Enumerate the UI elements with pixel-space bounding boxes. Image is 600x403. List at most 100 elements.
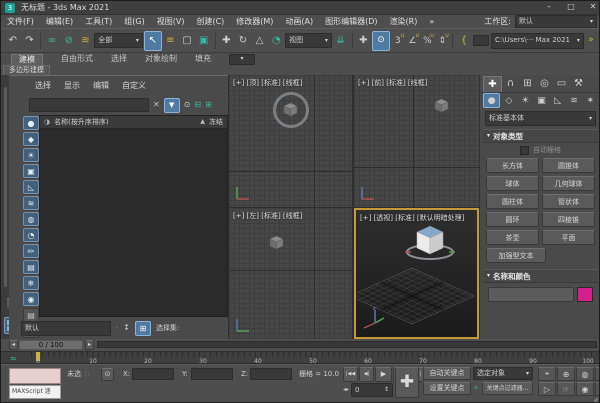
menu-tools[interactable]: 工具(T) (85, 16, 112, 27)
category-shapes-icon[interactable]: ◇ (501, 93, 516, 108)
category-cameras-icon[interactable]: ▣ (534, 93, 549, 108)
layout-preset-dropdown[interactable]: 默认 (21, 321, 111, 336)
ribbon-tab-selection[interactable]: 选择 (111, 55, 127, 63)
pan-icon[interactable]: ☞ (557, 382, 575, 396)
toolbar-overflow-chevron[interactable]: » (585, 32, 597, 50)
display-hidden-icon[interactable]: ◉ (23, 292, 39, 306)
track-bar[interactable]: ≈ 0 10 20 30 40 50 60 70 80 90 100 (1, 351, 600, 364)
rectangular-selection-region-icon[interactable]: ▢ (179, 32, 195, 50)
undo-icon[interactable]: ↶ (5, 32, 21, 50)
menu-file[interactable]: 文件(F) (7, 16, 34, 27)
tab-modify-icon[interactable]: ∩ (502, 76, 519, 91)
create-box-button[interactable]: 长方体 (486, 158, 539, 173)
previous-key-button[interactable]: ◀| (359, 367, 374, 382)
maxscript-listener-pink[interactable] (9, 368, 61, 384)
frozen-column-header[interactable]: 冻结 (209, 119, 223, 126)
percent-snap-icon[interactable]: %∪ (420, 32, 434, 50)
reference-coordinate-dropdown[interactable]: 视图 ▾ (285, 33, 332, 48)
mini-curve-editor-icon[interactable]: ≈ (10, 354, 17, 363)
display-materials-icon[interactable]: ◍ (23, 212, 39, 226)
menu-views[interactable]: 视图(V) (157, 16, 185, 27)
menu-animation[interactable]: 动画(A) (285, 16, 313, 27)
display-lights-icon[interactable]: ☀ (23, 148, 39, 162)
category-geometry-icon[interactable]: ● (483, 93, 500, 108)
autogrid-checkbox[interactable] (520, 146, 529, 155)
viewport-left[interactable]: [+] [左] [标准] [线框] (229, 208, 352, 339)
menu-edit[interactable]: 编辑(E) (46, 16, 73, 27)
tab-hierarchy-icon[interactable]: ⊞ (519, 76, 536, 91)
snaps-toggle-icon[interactable]: ⊙ (372, 31, 390, 51)
select-and-manipulate-icon[interactable]: ◔ (268, 32, 284, 50)
select-and-link-icon[interactable]: ∞ (44, 32, 60, 50)
primitive-category-dropdown[interactable]: 标准基本体 ▾ (485, 111, 596, 126)
viewport-top-label[interactable]: [+] [顶] [标准] [线框] (233, 78, 302, 88)
current-frame-field[interactable]: 0 ↕ (351, 383, 393, 397)
tab-utilities-icon[interactable]: ⚒ (570, 76, 587, 91)
mirror-toggle[interactable] (473, 35, 489, 46)
name-color-rollout[interactable]: ▾ 名称和颜色 (483, 269, 598, 283)
create-cone-button[interactable]: 圆锥体 (542, 158, 595, 173)
window-crossing-toggle-icon[interactable]: ▣ (196, 32, 212, 50)
resize-grip-icon[interactable]: ◢ (593, 397, 598, 403)
menu-rendering[interactable]: 渲染(R) (390, 16, 418, 27)
select-and-scale-icon[interactable]: △ (252, 32, 268, 50)
spinner-snap-icon[interactable]: ⇕∪ (435, 32, 449, 50)
explorer-menu-select[interactable]: 选择 (35, 82, 51, 90)
select-and-move-icon[interactable]: ✚ (218, 32, 234, 50)
keyboard-override-icon[interactable]: ✚ (355, 32, 371, 50)
go-to-start-button[interactable]: |◀◀ (343, 367, 358, 382)
redo-icon[interactable]: ↷ (22, 32, 38, 50)
selection-lock-icon[interactable]: ⊙ (101, 368, 114, 381)
unlink-selection-icon[interactable]: ⊘ (61, 32, 77, 50)
category-helpers-icon[interactable]: ◺ (550, 93, 565, 108)
ribbon-subtab-polygon-modeling[interactable]: 多边形建模 (3, 65, 50, 75)
display-bones-icon[interactable]: ✏ (23, 244, 39, 258)
ribbon-tab-populate[interactable]: 填充 (195, 55, 211, 63)
display-containers-icon[interactable]: ▤ (23, 260, 39, 274)
close-button[interactable]: ✕ (585, 3, 600, 11)
panel-grab-bar[interactable] (4, 87, 7, 287)
collapse-all-icon[interactable]: ⊟ (194, 101, 201, 109)
create-cylinder-button[interactable]: 圆柱体 (486, 194, 539, 209)
maximize-viewport-icon[interactable]: ▣ (595, 382, 600, 396)
ribbon-display-toggle[interactable]: ▾ (229, 54, 255, 65)
z-coordinate-field[interactable] (250, 368, 292, 380)
menu-modifiers[interactable]: 修改器(M) (236, 16, 273, 27)
viewport-front-label[interactable]: [+] [前] [标准] [线框] (358, 78, 427, 88)
tab-display-icon[interactable]: ▭ (553, 76, 570, 91)
category-systems-icon[interactable]: ✶ (583, 93, 598, 108)
tab-create-icon[interactable]: ✚ (483, 76, 502, 92)
clear-search-icon[interactable]: ✕ (153, 101, 160, 109)
object-color-swatch[interactable] (577, 287, 593, 302)
ribbon-tab-modeling[interactable]: 建模 (11, 54, 43, 65)
create-tube-button[interactable]: 管状体 (542, 194, 595, 209)
snap-3d-icon[interactable]: 3∪ (391, 32, 405, 50)
explorer-list[interactable]: ◑ 名称(按升序排序) ▲ 冻结 (39, 115, 228, 317)
select-by-name-icon[interactable]: ≡ (163, 32, 179, 50)
project-folder-dropdown[interactable]: C:\Users\··· Max 2021 ▾ (491, 33, 584, 49)
edit-selection-set-icon[interactable]: ⊞ (135, 321, 151, 336)
object-type-rollout[interactable]: ▾ 对象类型 (483, 129, 598, 143)
create-plane-button[interactable]: 平面 (542, 230, 595, 245)
next-frame-button[interactable]: ▸ (85, 340, 94, 350)
selection-filter-dropdown[interactable]: 全部 ▾ (94, 33, 143, 48)
key-filters-icon[interactable]: ✧ (473, 385, 479, 392)
viewport-front[interactable]: [+] [前] [标准] [线框] (354, 75, 479, 207)
sort-toggle-icon[interactable]: ↕ (123, 324, 130, 332)
category-spacewarps-icon[interactable]: ≋ (566, 93, 581, 108)
select-and-rotate-icon[interactable]: ↻ (235, 32, 251, 50)
zoom-all-icon[interactable]: ⊕ (557, 367, 575, 381)
tab-motion-icon[interactable]: ◎ (536, 76, 553, 91)
display-motion-icon[interactable]: ◔ (23, 228, 39, 242)
workspace-dropdown[interactable]: 默认 ▾ (515, 15, 597, 28)
search-filter-icon[interactable]: ▼ (164, 98, 180, 113)
zoom-extents-all-icon[interactable]: ◎ (595, 367, 600, 381)
play-button[interactable]: ▶ (375, 367, 392, 382)
viewport-top[interactable]: [+] [顶] [标准] [线框] (229, 75, 352, 207)
maxscript-listener-white[interactable]: MAXScript 迷 (9, 385, 61, 399)
use-pivot-center-icon[interactable]: ⇊ (333, 32, 349, 50)
category-lights-icon[interactable]: ☀ (518, 93, 533, 108)
isolate-toggle-icon[interactable]: ∷ (85, 371, 89, 378)
display-cameras-icon[interactable]: ▣ (23, 164, 39, 178)
object-name-field[interactable] (488, 287, 574, 302)
